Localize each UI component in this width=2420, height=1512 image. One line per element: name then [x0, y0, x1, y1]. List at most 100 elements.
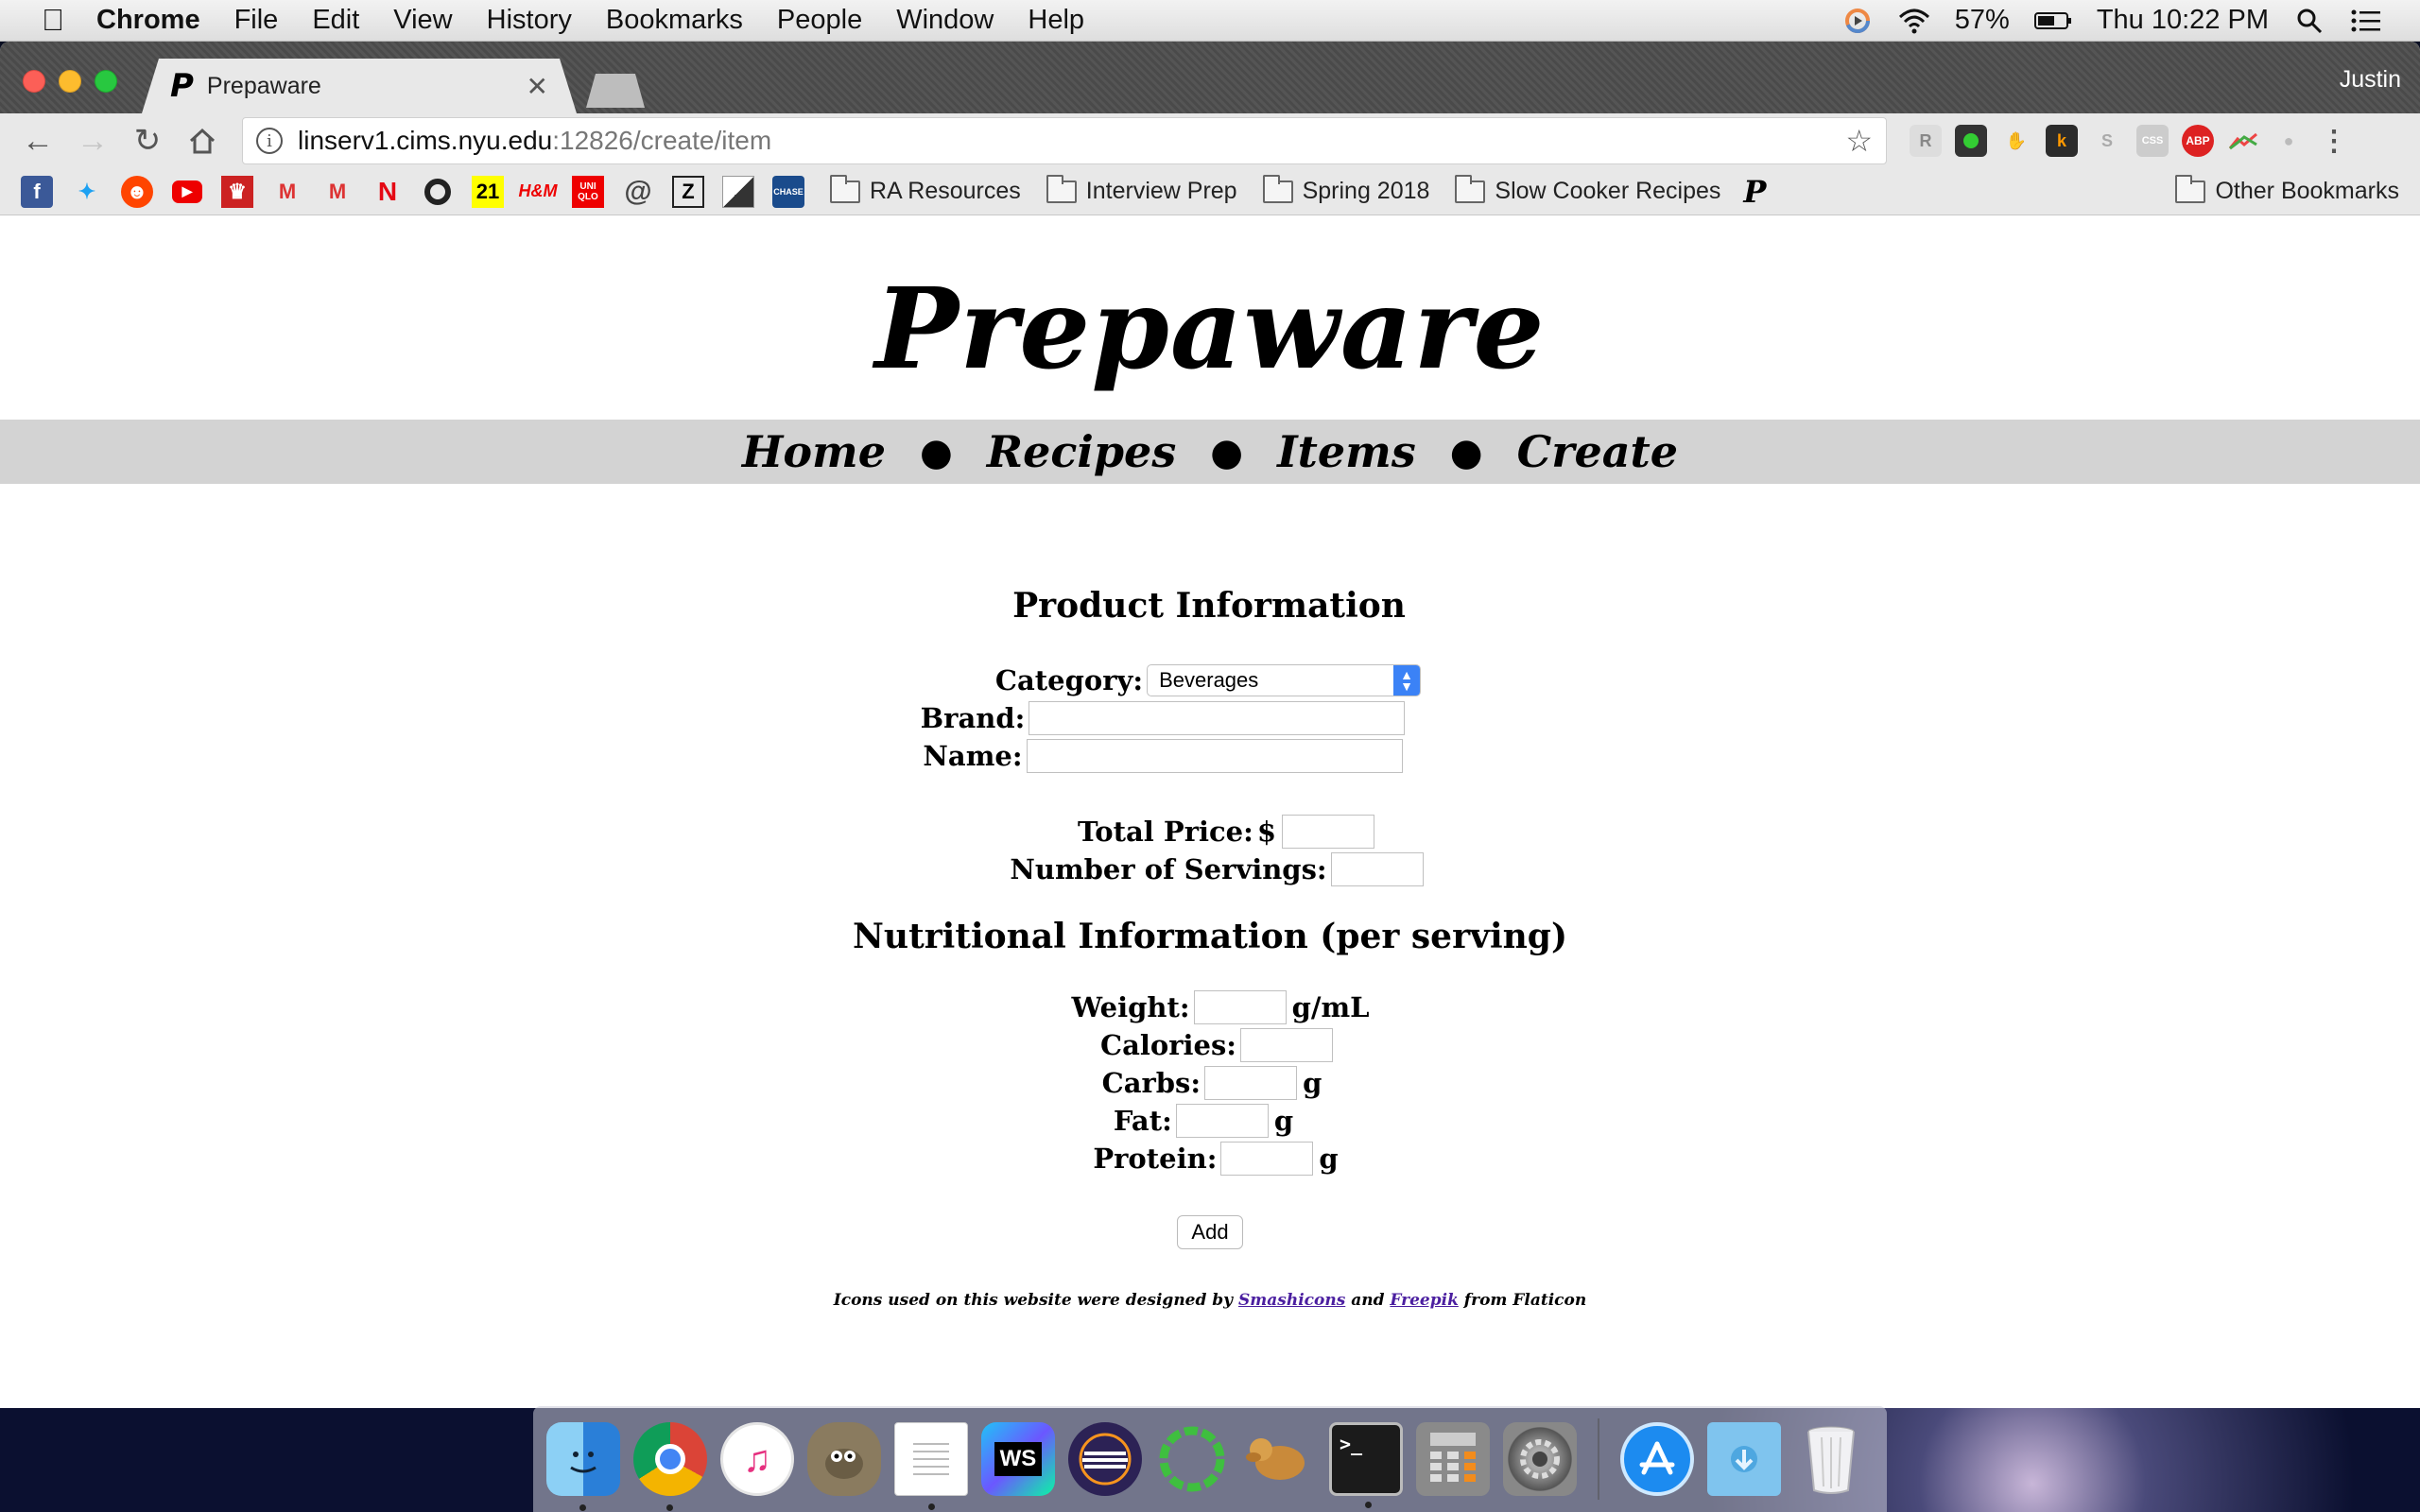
bookmark-star-icon[interactable]: ☆ [1845, 123, 1873, 159]
fat-input[interactable] [1175, 1104, 1269, 1138]
menu-help[interactable]: Help [1011, 5, 1101, 36]
tab-close-icon[interactable]: ✕ [527, 71, 548, 102]
menu-file[interactable]: File [217, 5, 296, 36]
bookmark-folder-interview-prep[interactable]: Interview Prep [1046, 174, 1237, 205]
netflix-icon[interactable]: N [372, 176, 404, 208]
calculator-icon[interactable] [1416, 1422, 1490, 1496]
servings-label: Number of Servings: [1010, 853, 1327, 885]
apple-menu-icon[interactable]:  [26, 3, 79, 38]
gmail-icon-2[interactable]: M [321, 176, 354, 208]
category-select[interactable]: Beverages ▲ ▼ [1147, 664, 1422, 696]
stripe-icon[interactable] [722, 175, 754, 208]
gmail-icon[interactable]: M [271, 176, 303, 208]
bookmark-folder-slow-cooker[interactable]: Slow Cooker Recipes [1455, 174, 1720, 205]
ext-chart-icon[interactable] [2227, 125, 2259, 157]
zara-icon[interactable]: Z [672, 175, 704, 208]
ext-green-dot-icon[interactable] [1955, 125, 1987, 157]
carbs-input[interactable] [1204, 1066, 1298, 1100]
reddit-icon[interactable]: ☻ [121, 175, 153, 208]
add-button[interactable]: Add [1177, 1215, 1243, 1249]
downloads-folder-icon[interactable] [1707, 1422, 1781, 1496]
freepik-link[interactable]: Freepik [1390, 1291, 1458, 1310]
circle-icon[interactable] [422, 176, 454, 208]
minimize-window-button[interactable] [59, 70, 81, 93]
system-preferences-icon[interactable] [1503, 1422, 1577, 1496]
notification-center-icon[interactable] [2350, 5, 2382, 37]
home-icon[interactable] [178, 119, 227, 163]
trash-icon[interactable] [1794, 1422, 1868, 1496]
nav-items[interactable]: Items [1277, 426, 1416, 477]
textedit-icon[interactable] [894, 1422, 968, 1510]
menu-history[interactable]: History [470, 5, 589, 36]
ext-reddit-icon[interactable]: ● [2273, 125, 2305, 157]
gimp-icon[interactable] [807, 1422, 881, 1496]
uniqlo-icon[interactable]: UNI QLO [572, 175, 604, 208]
price-input[interactable] [1282, 815, 1374, 849]
cycle-app-icon[interactable] [1155, 1422, 1229, 1496]
youtube-icon[interactable]: ▶ [171, 176, 203, 208]
create-item-form: Product Information Category: Beverages … [0, 586, 2420, 1310]
calories-label: Calories: [1099, 1029, 1236, 1061]
eclipse-icon[interactable] [1068, 1422, 1142, 1496]
ext-k-icon[interactable]: k [2046, 125, 2078, 157]
ext-s-icon[interactable]: S [2091, 125, 2123, 157]
ext-abp-icon[interactable]: ABP [2182, 125, 2214, 157]
name-input[interactable] [1026, 739, 1403, 773]
ext-r-icon[interactable]: R [1910, 125, 1942, 157]
profile-name[interactable]: Justin [2340, 66, 2401, 94]
servings-input[interactable] [1330, 852, 1424, 886]
activity-ring-icon[interactable] [1841, 5, 1874, 37]
battery-percent[interactable]: 57% [1955, 5, 2010, 36]
chase-icon[interactable]: CHASE [772, 175, 804, 208]
dock: ♫ WS >_ [533, 1406, 1887, 1512]
calories-input[interactable] [1240, 1028, 1333, 1062]
sequel-pro-icon[interactable] [1242, 1422, 1316, 1496]
app-store-icon[interactable] [1620, 1422, 1694, 1496]
smashicons-link[interactable]: Smashicons [1238, 1291, 1345, 1310]
forward-arrow-icon[interactable]: → [68, 119, 117, 163]
bookmark-folder-ra-resources[interactable]: RA Resources [830, 174, 1021, 205]
ext-css-icon[interactable]: CSS [2136, 125, 2169, 157]
bookmark-folder-other[interactable]: Other Bookmarks [2175, 174, 2399, 205]
nav-recipes[interactable]: Recipes [987, 426, 1176, 477]
at-sign-icon[interactable]: @ [622, 176, 654, 208]
tab-prepaware[interactable]: P Prepaware ✕ [142, 59, 577, 113]
menu-window[interactable]: Window [879, 5, 1011, 36]
menu-people[interactable]: People [760, 5, 879, 36]
menu-view[interactable]: View [376, 5, 469, 36]
battery-icon[interactable] [2033, 5, 2072, 37]
reload-icon[interactable]: ↻ [123, 119, 172, 163]
address-bar[interactable]: i linserv1.cims.nyu.edu :12826/create/it… [242, 117, 1887, 164]
ext-hand-icon[interactable]: ✋ [2000, 125, 2032, 157]
webstorm-icon[interactable]: WS [981, 1422, 1055, 1496]
protein-input[interactable] [1220, 1142, 1314, 1176]
weight-input[interactable] [1193, 990, 1287, 1024]
chrome-menu-icon[interactable]: ⋮ [2318, 125, 2350, 157]
menu-app-chrome[interactable]: Chrome [79, 5, 217, 36]
twitter-icon[interactable]: ✦ [71, 176, 103, 208]
close-window-button[interactable] [23, 70, 45, 93]
prepaware-bookmark-icon[interactable]: P [1738, 174, 1771, 210]
crown-icon[interactable]: ♛ [221, 175, 253, 208]
bookmark-folder-spring-2018[interactable]: Spring 2018 [1262, 174, 1429, 205]
nav-create[interactable]: Create [1517, 426, 1678, 477]
menu-edit[interactable]: Edit [295, 5, 376, 36]
facebook-icon[interactable]: f [21, 175, 53, 208]
new-tab-button[interactable] [586, 74, 645, 108]
twenty-one-icon[interactable]: 21 [472, 175, 504, 208]
back-arrow-icon[interactable]: ← [13, 119, 62, 163]
terminal-icon[interactable]: >_ [1329, 1422, 1403, 1508]
spotlight-search-icon[interactable] [2293, 5, 2325, 37]
finder-icon[interactable] [546, 1422, 620, 1511]
zoom-window-button[interactable] [95, 70, 117, 93]
brand-input[interactable] [1028, 701, 1406, 735]
wifi-icon[interactable] [1898, 5, 1930, 37]
chrome-icon[interactable] [633, 1422, 707, 1511]
fat-row: Fat: g [0, 1102, 2420, 1140]
nav-home[interactable]: Home [742, 426, 886, 477]
itunes-icon[interactable]: ♫ [720, 1422, 794, 1496]
clock[interactable]: Thu 10:22 PM [2097, 5, 2269, 36]
hm-icon[interactable]: H&M [519, 176, 558, 208]
menu-bookmarks[interactable]: Bookmarks [589, 5, 760, 36]
site-info-icon[interactable]: i [256, 128, 283, 154]
